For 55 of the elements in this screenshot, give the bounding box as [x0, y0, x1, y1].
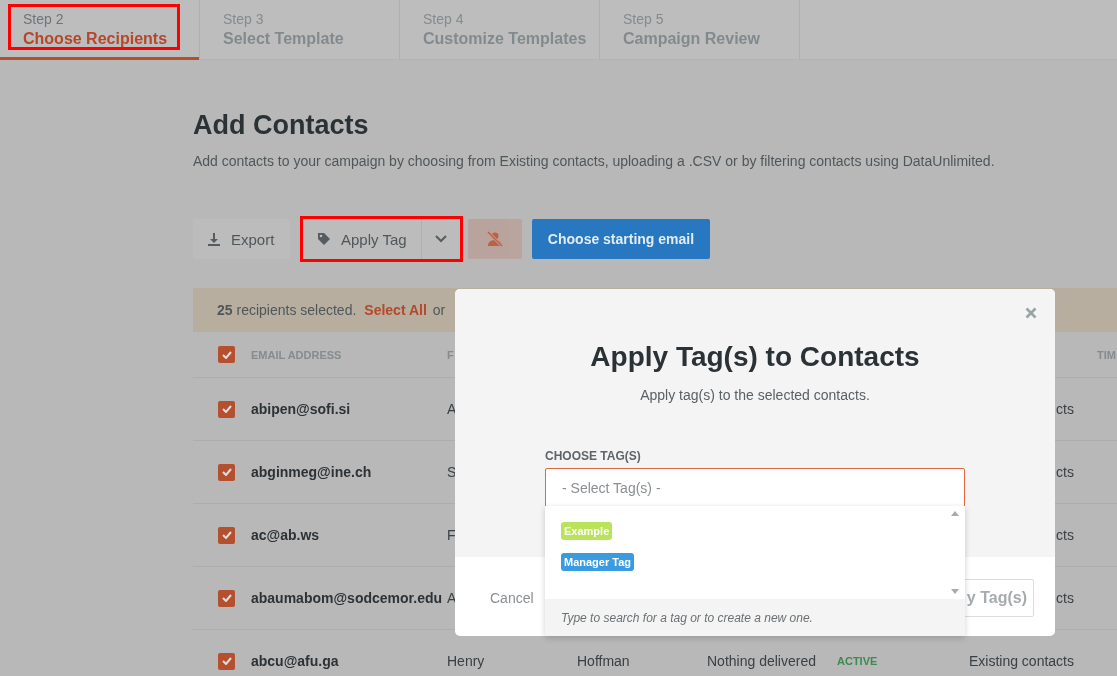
check-icon	[221, 405, 232, 413]
field-label: CHOOSE TAG(S)	[545, 449, 642, 463]
status-label: ACTIVE	[837, 655, 879, 667]
select-all-link[interactable]: Select All	[364, 302, 427, 318]
tag-icon	[317, 232, 331, 246]
email-cell-text: abcu@afu.ga	[251, 653, 340, 669]
check-icon	[221, 531, 232, 539]
download-icon	[207, 232, 221, 246]
email-cell-text: abaumabom@sodcemor.edu	[251, 590, 444, 606]
table-cell-text: Hoffman	[577, 653, 631, 669]
modal-title: Apply Tag(s) to Contacts	[589, 340, 921, 374]
selection-count-text: 25 recipients selected.	[217, 302, 357, 318]
row-checkbox[interactable]	[218, 400, 235, 418]
select-all-checkbox[interactable]	[218, 346, 235, 363]
table-cell: cts	[1056, 401, 1074, 417]
or-text: or	[432, 302, 446, 318]
check-icon	[221, 594, 232, 602]
row-checkbox[interactable]	[218, 652, 235, 670]
page-description: Add contacts to your campaign by choosing from Existing contacts, uploading a .CSV or by filtering contacts using DataUnlimited.	[193, 152, 996, 170]
table-cell: Henry	[447, 653, 485, 669]
email-cell-text: abipen@sofi.si	[251, 401, 352, 417]
step-tab[interactable]: Step 3 Select Template	[200, 0, 400, 59]
step-tab[interactable]: Step 4 Customize Templates	[400, 0, 600, 59]
export-button[interactable]: Export	[193, 219, 290, 259]
apply-tag-button[interactable]: Apply Tag	[303, 219, 421, 259]
check-icon	[221, 657, 232, 665]
table-cell: Existing contacts	[968, 653, 1074, 669]
modal-subtitle: Apply tag(s) to the selected contacts.	[639, 386, 871, 405]
row-checkbox[interactable]	[218, 589, 235, 607]
check-icon	[221, 468, 232, 476]
tag-option[interactable]: Manager Tag	[561, 553, 635, 571]
step-tab[interactable]: Step 5 Campaign Review	[600, 0, 800, 59]
table-cell: cts	[1056, 464, 1074, 480]
row-checkbox[interactable]	[218, 526, 235, 544]
cancel-button[interactable]: Cancel	[490, 589, 534, 606]
email-cell-text: abginmeg@ine.ch	[251, 464, 373, 480]
tag-select-field[interactable]: - Select Tag(s) -	[545, 468, 965, 508]
email-cell-text: ac@ab.ws	[251, 527, 321, 543]
choose-email-button[interactable]: Choose starting email	[532, 219, 710, 259]
scroll-down-icon[interactable]	[951, 589, 959, 594]
table-cell-text: Nothing delivered	[707, 653, 817, 669]
chevron-down-icon	[435, 235, 447, 243]
row-checkbox[interactable]	[218, 463, 235, 481]
dropdown-toggle[interactable]	[421, 219, 460, 259]
page-heading: Add Contacts	[193, 109, 370, 142]
close-icon[interactable]	[1025, 307, 1037, 319]
dropdown-hint: Type to search for a tag or to create a new one.	[561, 610, 813, 625]
table-cell: F	[447, 527, 456, 543]
tag-option[interactable]: Example	[561, 522, 613, 540]
check-icon	[221, 350, 232, 359]
scrollbar[interactable]	[945, 506, 965, 599]
scroll-up-icon[interactable]	[951, 511, 959, 516]
table-cell: cts	[1056, 527, 1074, 543]
person-slash-icon	[486, 231, 504, 247]
table-cell: cts	[1056, 590, 1074, 606]
